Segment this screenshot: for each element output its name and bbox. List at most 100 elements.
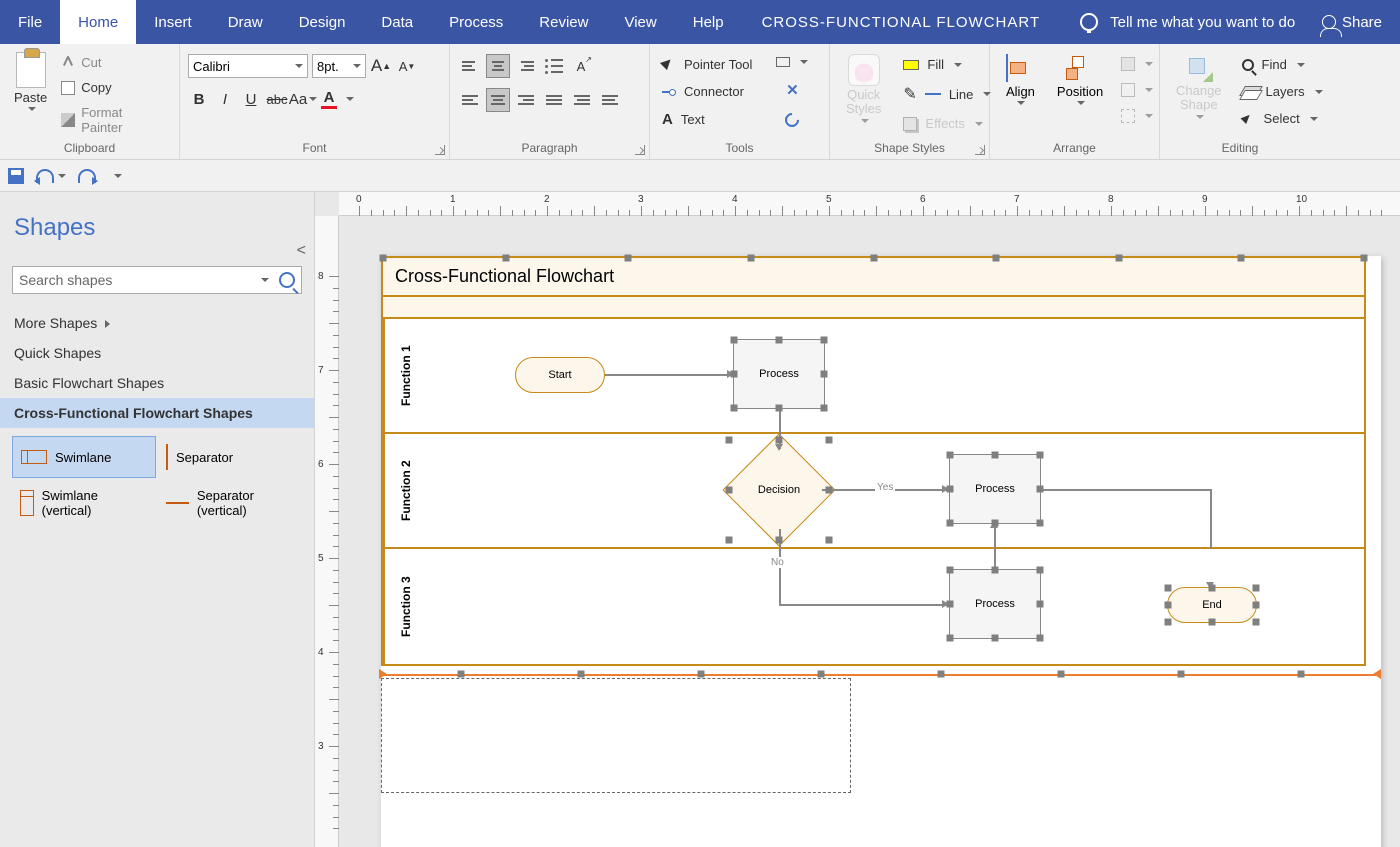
lane-label-3[interactable]: Function 3 xyxy=(383,549,427,664)
rectangle-tool-button[interactable] xyxy=(772,54,812,70)
tab-draw[interactable]: Draw xyxy=(210,0,281,44)
qat-customize-button[interactable] xyxy=(114,174,122,178)
process-shape-3[interactable]: Process xyxy=(949,569,1041,639)
bullets-button[interactable] xyxy=(542,54,566,78)
redo-button[interactable] xyxy=(78,169,96,183)
flowchart-title[interactable]: Cross-Functional Flowchart xyxy=(383,258,1364,297)
phase-bar[interactable] xyxy=(383,297,1364,319)
tab-file[interactable]: File xyxy=(0,0,60,44)
title-bar: File Home Insert Draw Design Data Proces… xyxy=(0,0,1400,44)
effects-button[interactable]: Effects xyxy=(899,113,995,134)
rotate-tool-button[interactable] xyxy=(781,110,803,130)
text-direction-button[interactable]: A↗ xyxy=(570,55,592,77)
stencil-separator[interactable]: Separator xyxy=(158,436,302,478)
save-button[interactable] xyxy=(8,168,24,184)
align-right-button[interactable] xyxy=(514,88,538,112)
paste-button[interactable]: Paste xyxy=(8,48,53,115)
align-top-right-button[interactable] xyxy=(514,54,538,78)
search-shapes-input[interactable]: Search shapes xyxy=(12,266,302,294)
lane-label-2[interactable]: Function 2 xyxy=(383,434,427,547)
tab-data[interactable]: Data xyxy=(363,0,431,44)
lane-content-3[interactable]: Process End xyxy=(427,549,1364,664)
tell-me-search[interactable]: Tell me what you want to do xyxy=(1080,13,1295,31)
share-button[interactable]: Share xyxy=(1322,14,1382,31)
process-shape-1[interactable]: Process xyxy=(733,339,825,409)
group-button[interactable] xyxy=(1117,106,1157,126)
change-case-button[interactable]: Aa xyxy=(292,88,314,110)
shape-styles-dialog-launcher[interactable] xyxy=(975,145,985,155)
category-more-shapes[interactable]: More Shapes xyxy=(0,308,314,338)
bold-button[interactable]: B xyxy=(188,88,210,110)
bring-front-button[interactable] xyxy=(1117,54,1157,74)
strikethrough-button[interactable]: abc xyxy=(266,88,288,110)
undo-button[interactable] xyxy=(36,169,54,183)
copy-button[interactable]: Copy xyxy=(57,77,171,98)
tab-view[interactable]: View xyxy=(606,0,674,44)
change-shape-button[interactable]: ChangeShape xyxy=(1168,50,1230,123)
tab-home[interactable]: Home xyxy=(60,0,136,44)
align-left-button[interactable] xyxy=(458,88,482,112)
flowchart-container[interactable]: Cross-Functional Flowchart Function 1 St… xyxy=(381,256,1366,666)
decision-shape[interactable]: Decision xyxy=(739,450,819,530)
end-shape[interactable]: End xyxy=(1167,587,1257,623)
quick-styles-button[interactable]: QuickStyles xyxy=(838,50,889,127)
tab-design[interactable]: Design xyxy=(281,0,364,44)
increase-font-button[interactable]: A▲ xyxy=(370,55,392,77)
italic-button[interactable]: I xyxy=(214,88,236,110)
align-center-button[interactable] xyxy=(486,88,510,112)
tab-insert[interactable]: Insert xyxy=(136,0,210,44)
chevron-down-icon[interactable] xyxy=(346,97,354,101)
tab-review[interactable]: Review xyxy=(521,0,606,44)
process-shape-2[interactable]: Process xyxy=(949,454,1041,524)
swimlane-1[interactable]: Function 1 Start Process xyxy=(383,319,1364,434)
lane-content-1[interactable]: Start Process xyxy=(427,319,1364,432)
connector-tool-button[interactable]: Connector xyxy=(658,81,756,102)
decrease-font-button[interactable]: A▼ xyxy=(396,55,418,77)
category-basic-flowchart[interactable]: Basic Flowchart Shapes xyxy=(0,368,314,398)
lane-content-2[interactable]: Decision Process xyxy=(427,434,1364,547)
search-icon[interactable] xyxy=(279,272,295,288)
stencil-swimlane[interactable]: Swimlane xyxy=(12,436,156,478)
swimlane-2[interactable]: Function 2 Decision xyxy=(383,434,1364,549)
align-button[interactable]: Align xyxy=(998,50,1043,109)
connection-point-button[interactable]: ✕ xyxy=(782,78,803,102)
connector-icon xyxy=(662,85,676,99)
increase-indent-button[interactable] xyxy=(598,88,622,112)
canvas[interactable]: Cross-Functional Flowchart Function 1 St… xyxy=(339,216,1400,847)
collapse-panel-button[interactable]: < xyxy=(297,242,306,260)
font-size-combo[interactable]: 8pt. xyxy=(312,54,366,78)
align-top-center-button[interactable] xyxy=(486,54,510,78)
position-button[interactable]: Position xyxy=(1049,50,1111,109)
find-button[interactable]: Find xyxy=(1238,54,1327,75)
tab-process[interactable]: Process xyxy=(431,0,521,44)
start-shape[interactable]: Start xyxy=(515,357,605,393)
chevron-down-icon[interactable] xyxy=(58,174,66,178)
category-cross-functional[interactable]: Cross-Functional Flowchart Shapes xyxy=(0,398,314,428)
underline-button[interactable]: U xyxy=(240,88,262,110)
font-dialog-launcher[interactable] xyxy=(435,145,445,155)
swimlane-3[interactable]: Function 3 Process xyxy=(383,549,1364,664)
fill-button[interactable]: Fill xyxy=(899,54,995,75)
cut-button[interactable]: Cut xyxy=(57,52,171,73)
font-name-combo[interactable]: Calibri xyxy=(188,54,308,78)
lane-label-1[interactable]: Function 1 xyxy=(383,319,427,432)
send-back-button[interactable] xyxy=(1117,80,1157,100)
format-painter-button[interactable]: Format Painter xyxy=(57,102,171,138)
insertion-indicator xyxy=(381,674,1379,676)
category-quick-shapes[interactable]: Quick Shapes xyxy=(0,338,314,368)
layers-button[interactable]: Layers xyxy=(1238,81,1327,102)
justify-button[interactable] xyxy=(542,88,566,112)
line-button[interactable]: ✎Line xyxy=(899,81,995,107)
select-button[interactable]: Select xyxy=(1238,108,1327,129)
decrease-indent-button[interactable] xyxy=(570,88,594,112)
canvas-area: 012345678910 876543 Cross-Functional Flo… xyxy=(315,192,1400,847)
stencil-swimlane-vertical[interactable]: Swimlane (vertical) xyxy=(12,480,156,526)
text-tool-button[interactable]: AText xyxy=(658,108,756,131)
align-top-left-button[interactable] xyxy=(458,54,482,78)
stencil-separator-vertical[interactable]: Separator (vertical) xyxy=(158,480,302,526)
tab-help[interactable]: Help xyxy=(675,0,742,44)
page[interactable]: Cross-Functional Flowchart Function 1 St… xyxy=(381,256,1381,847)
paragraph-dialog-launcher[interactable] xyxy=(635,145,645,155)
font-color-button[interactable]: A xyxy=(318,88,340,110)
pointer-tool-button[interactable]: Pointer Tool xyxy=(658,54,756,75)
